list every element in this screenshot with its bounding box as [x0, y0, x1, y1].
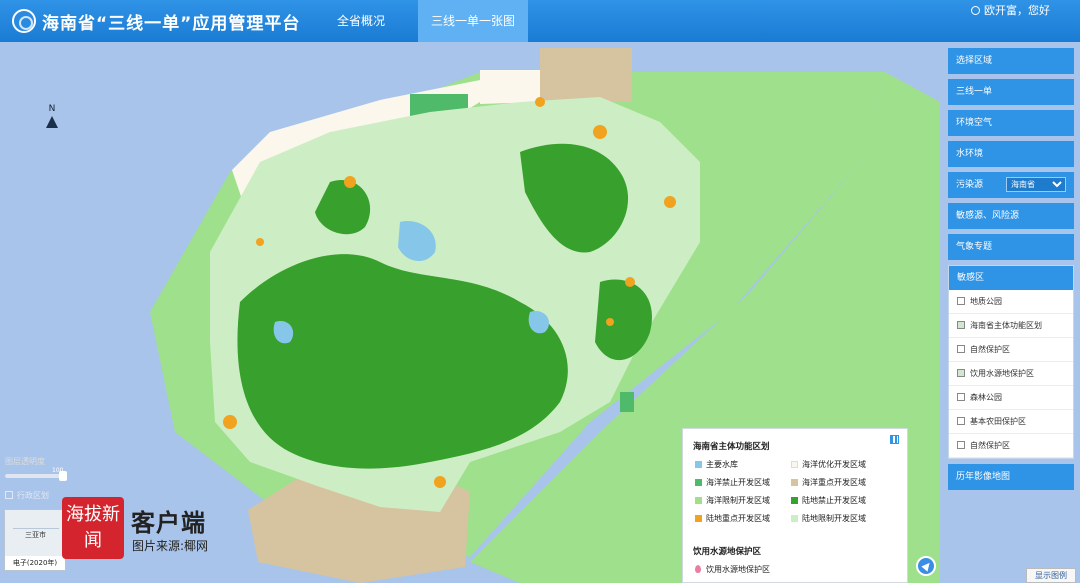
ambient-air-button[interactable]: 环境空气 — [948, 110, 1074, 136]
pollution-source-button[interactable]: 污染源 海南省 — [948, 172, 1074, 198]
legend-item: 海洋禁止开发区域 — [695, 477, 770, 488]
checkbox-icon — [957, 369, 965, 377]
legend-item: 海洋重点开发区域 — [791, 477, 866, 488]
user-greeting: 欧开富，您好 — [984, 4, 1050, 17]
checkbox-icon — [957, 441, 965, 449]
legend-item: 陆地重点开发区域 — [695, 513, 770, 524]
district-toggle[interactable]: 行政区划 — [5, 490, 49, 501]
basemap-thumbnail[interactable]: 三亚市 电子(2020年) — [4, 509, 66, 571]
layer-label: 自然保护区 — [970, 345, 1010, 354]
legend-swatch — [695, 461, 702, 468]
legend-item: 陆地禁止开发区域 — [791, 495, 866, 506]
layer-nature-reserve-2[interactable]: 自然保护区 — [949, 434, 1073, 458]
top-header: 海南省“三线一单”应用管理平台 全省概况 三线一单一张图 欧开富，您好 — [0, 0, 1080, 42]
checkbox-icon — [5, 491, 13, 499]
layer-label: 饮用水源地保护区 — [970, 369, 1034, 378]
north-arrow-icon — [46, 116, 58, 128]
north-label: N — [48, 104, 56, 114]
sea-optimized-zone-2 — [480, 70, 540, 104]
pollution-source-label: 污染源 — [956, 180, 984, 190]
minimap-city-label: 三亚市 — [25, 531, 46, 539]
sensitive-area-header[interactable]: 敏感区 — [949, 266, 1073, 290]
right-panel: 选择区域 三线一单 环境空气 水环境 污染源 海南省 敏感源、风险源 气象专题 … — [948, 48, 1074, 495]
history-imagery-button[interactable]: 历年影像地图 — [948, 464, 1074, 490]
north-arrow: N — [46, 104, 58, 128]
layer-label: 基本农田保护区 — [970, 417, 1026, 426]
legend-swatch — [695, 497, 702, 504]
layer-drinking-water[interactable]: 饮用水源地保护区 — [949, 362, 1073, 386]
pollution-region-select[interactable]: 海南省 — [1006, 177, 1066, 192]
sea-key-zone-top — [540, 48, 632, 102]
district-label: 行政区划 — [17, 491, 49, 500]
legend-grid-icon[interactable] — [890, 435, 899, 444]
layer-forest-park[interactable]: 森林公园 — [949, 386, 1073, 410]
layer-function-zoning[interactable]: 海南省主体功能区划 — [949, 314, 1073, 338]
locate-icon[interactable] — [916, 556, 936, 576]
user-icon — [971, 6, 980, 15]
app-title: 海南省“三线一单”应用管理平台 — [42, 14, 301, 34]
legend-swatch — [791, 515, 798, 522]
legend-swatch — [791, 479, 798, 486]
layer-nature-reserve[interactable]: 自然保护区 — [949, 338, 1073, 362]
legend-swatch — [695, 479, 702, 486]
user-menu[interactable]: 欧开富，您好 — [971, 2, 1050, 18]
legend-item: 海洋限制开发区域 — [695, 495, 770, 506]
legend-swatch — [695, 515, 702, 522]
tab-one-map[interactable]: 三线一单一张图 — [418, 0, 528, 42]
legend-title: 海南省主体功能区划 — [693, 442, 770, 452]
news-seal-logo: 海拔新闻 — [62, 497, 124, 559]
layer-label: 自然保护区 — [970, 441, 1010, 450]
checkbox-icon — [957, 417, 965, 425]
map-legend: 海南省主体功能区划 主要水库 海洋优化开发区域 海洋禁止开发区域 海洋重点开发区… — [682, 428, 908, 583]
opacity-slider[interactable] — [5, 471, 67, 481]
opacity-slider-fill — [5, 474, 65, 478]
sensitive-area-panel: 敏感区 地质公园 海南省主体功能区划 自然保护区 饮用水源地保护区 森林公园 基… — [948, 265, 1074, 459]
weather-topic-button[interactable]: 气象专题 — [948, 234, 1074, 260]
sensitive-risk-source-button[interactable]: 敏感源、风险源 — [948, 203, 1074, 229]
water-environment-button[interactable]: 水环境 — [948, 141, 1074, 167]
layer-label: 地质公园 — [970, 297, 1002, 306]
platform-logo-icon — [12, 9, 36, 33]
legend-item: 主要水库 — [695, 459, 738, 470]
minimap-road — [13, 528, 59, 529]
water-drop-icon — [695, 565, 701, 573]
legend-item: 海洋优化开发区域 — [791, 459, 866, 470]
legend-water-title: 饮用水源地保护区 — [693, 547, 762, 557]
checkbox-icon — [957, 297, 965, 305]
tab-province-overview[interactable]: 全省概况 — [312, 0, 410, 42]
show-legend-button[interactable]: 显示图例 — [1026, 568, 1076, 583]
watermark-source: 图片来源:椰网 — [132, 539, 209, 553]
opacity-slider-knob[interactable] — [59, 471, 67, 481]
checkbox-icon — [957, 393, 965, 401]
layer-farmland[interactable]: 基本农田保护区 — [949, 410, 1073, 434]
layer-geopark[interactable]: 地质公园 — [949, 290, 1073, 314]
opacity-label: 图层透明度 — [5, 457, 45, 466]
three-lines-button[interactable]: 三线一单 — [948, 79, 1074, 105]
checkbox-icon — [957, 321, 965, 329]
legend-swatch — [791, 497, 798, 504]
legend-item: 陆地限制开发区域 — [791, 513, 866, 524]
layer-label: 森林公园 — [970, 393, 1002, 402]
legend-swatch — [791, 461, 798, 468]
layer-label: 海南省主体功能区划 — [970, 321, 1042, 330]
watermark-client: 客户端 — [131, 509, 206, 537]
legend-water-item: 饮用水源地保护区 — [695, 564, 770, 575]
checkbox-icon — [957, 345, 965, 353]
select-region-button[interactable]: 选择区域 — [948, 48, 1074, 74]
basemap-caption: 电子(2020年) — [5, 556, 65, 570]
